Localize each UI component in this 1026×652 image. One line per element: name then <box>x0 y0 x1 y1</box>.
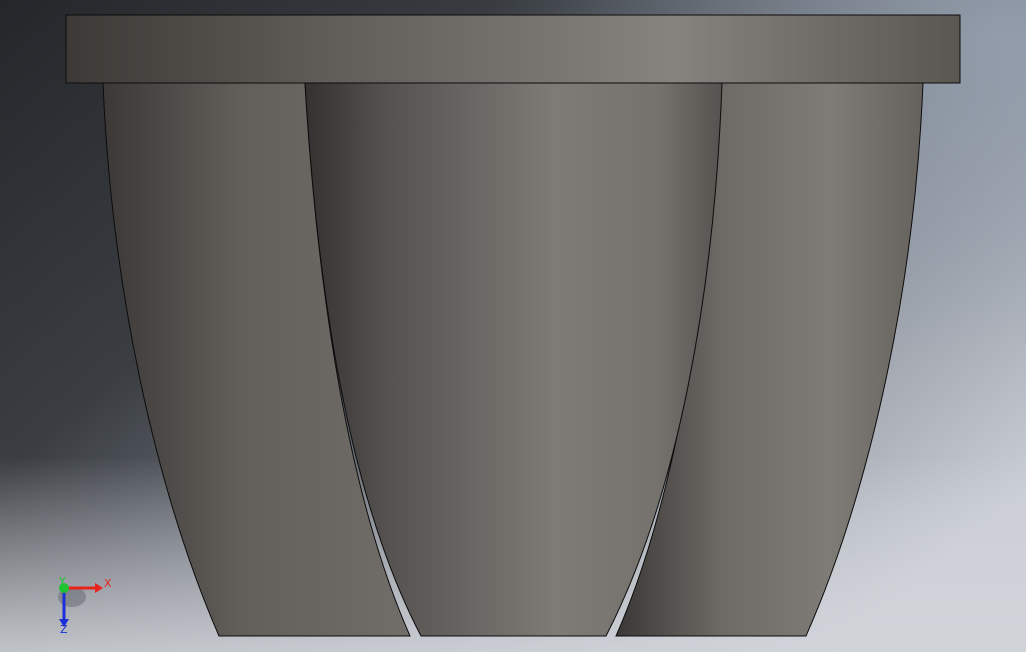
part-flange[interactable] <box>65 14 961 84</box>
viewport-canvas[interactable]: X Z Y <box>0 0 1026 652</box>
cad-part[interactable] <box>65 14 961 637</box>
graphics-viewport[interactable]: X Z Y <box>0 0 1026 652</box>
triad-x-label: X <box>104 577 112 590</box>
triad-y-label: Y <box>58 575 66 588</box>
triad-z-label: Z <box>60 623 68 636</box>
